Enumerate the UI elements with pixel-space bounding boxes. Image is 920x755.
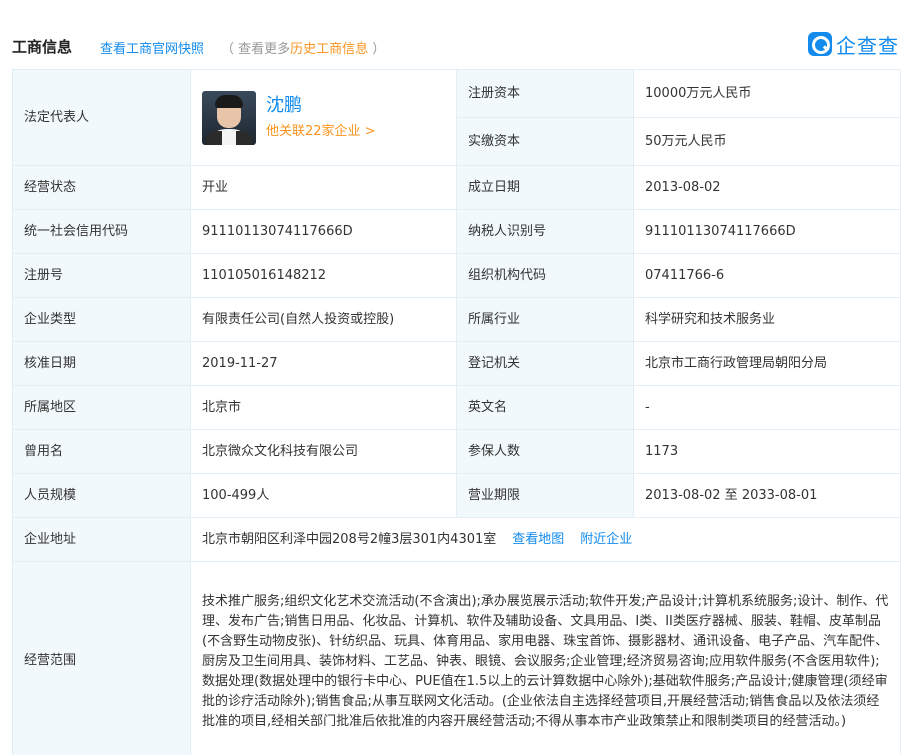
company-type-value: 有限责任公司(自然人投资或控股) bbox=[190, 297, 457, 342]
reg-no-label: 注册号 bbox=[12, 253, 191, 298]
english-name-value: - bbox=[633, 385, 901, 430]
legal-rep-label: 法定代表人 bbox=[12, 69, 191, 166]
industry-value: 科学研究和技术服务业 bbox=[633, 297, 901, 342]
term-label: 营业期限 bbox=[456, 473, 634, 518]
founded-label: 成立日期 bbox=[456, 165, 634, 210]
paid-capital-label: 实缴资本 bbox=[456, 117, 634, 166]
history-suffix: ） bbox=[368, 42, 386, 57]
org-code-label: 组织机构代码 bbox=[456, 253, 634, 298]
business-info-table: 法定代表人 沈鹏 他关联22家企业 > 注册资本 10000万元人民币 实缴资本… bbox=[12, 69, 901, 755]
credit-code-label: 统一社会信用代码 bbox=[12, 209, 191, 254]
history-prefix: （ 查看更多 bbox=[221, 42, 291, 57]
avatar[interactable] bbox=[202, 90, 256, 145]
history-note: （ 查看更多历史工商信息 ） bbox=[221, 38, 385, 57]
insured-value: 1173 bbox=[633, 429, 901, 474]
address-label: 企业地址 bbox=[12, 517, 191, 562]
term-value: 2013-08-02 至 2033-08-01 bbox=[633, 473, 901, 518]
reg-no-value: 110105016148212 bbox=[190, 253, 457, 298]
logo-text: 企查查 bbox=[836, 33, 899, 58]
taxpayer-id-value: 91110113074117666D bbox=[633, 209, 901, 254]
region-label: 所属地区 bbox=[12, 385, 191, 430]
approved-date-label: 核准日期 bbox=[12, 341, 191, 386]
official-snapshot-link[interactable]: 查看工商官网快照 bbox=[100, 38, 204, 57]
company-type-label: 企业类型 bbox=[12, 297, 191, 342]
authority-value: 北京市工商行政管理局朝阳分局 bbox=[633, 341, 901, 386]
address-cell: 北京市朝阳区利泽中园208号2幢3层301内4301室 查看地图 附近企业 bbox=[190, 517, 901, 562]
region-value: 北京市 bbox=[190, 385, 457, 430]
taxpayer-id-label: 纳税人识别号 bbox=[456, 209, 634, 254]
status-value: 开业 bbox=[190, 165, 457, 210]
legal-rep-name[interactable]: 沈鹏 bbox=[266, 94, 376, 118]
address-value: 北京市朝阳区利泽中园208号2幢3层301内4301室 bbox=[202, 531, 497, 547]
staff-size-label: 人员规模 bbox=[12, 473, 191, 518]
history-info-link[interactable]: 历史工商信息 bbox=[290, 42, 368, 57]
section-header: 工商信息 查看工商官网快照 （ 查看更多历史工商信息 ） 企查查 bbox=[0, 0, 920, 68]
staff-size-value: 100-499人 bbox=[190, 473, 457, 518]
credit-code-value: 91110113074117666D bbox=[190, 209, 457, 254]
insured-label: 参保人数 bbox=[456, 429, 634, 474]
legal-rep-cell: 沈鹏 他关联22家企业 > bbox=[190, 69, 457, 166]
qichacha-logo[interactable]: 企查查 bbox=[808, 30, 899, 58]
org-code-value: 07411766-6 bbox=[633, 253, 901, 298]
former-name-value: 北京微众文化科技有限公司 bbox=[190, 429, 457, 474]
reg-capital-value: 10000万元人民币 bbox=[633, 69, 901, 118]
view-map-link[interactable]: 查看地图 bbox=[512, 532, 564, 547]
industry-label: 所属行业 bbox=[456, 297, 634, 342]
authority-label: 登记机关 bbox=[456, 341, 634, 386]
related-companies-link[interactable]: 他关联22家企业 > bbox=[266, 122, 376, 142]
founded-value: 2013-08-02 bbox=[633, 165, 901, 210]
nearby-companies-link[interactable]: 附近企业 bbox=[580, 532, 632, 547]
scope-value: 技术推广服务;组织文化艺术交流活动(不含演出);承办展览展示活动;软件开发;产品… bbox=[190, 561, 901, 755]
former-name-label: 曾用名 bbox=[12, 429, 191, 474]
status-label: 经营状态 bbox=[12, 165, 191, 210]
section-title: 工商信息 bbox=[12, 38, 73, 56]
english-name-label: 英文名 bbox=[456, 385, 634, 430]
paid-capital-value: 50万元人民币 bbox=[633, 117, 901, 166]
reg-capital-label: 注册资本 bbox=[456, 69, 634, 118]
approved-date-value: 2019-11-27 bbox=[190, 341, 457, 386]
scope-label: 经营范围 bbox=[12, 561, 191, 755]
qichacha-logo-icon bbox=[808, 32, 832, 56]
